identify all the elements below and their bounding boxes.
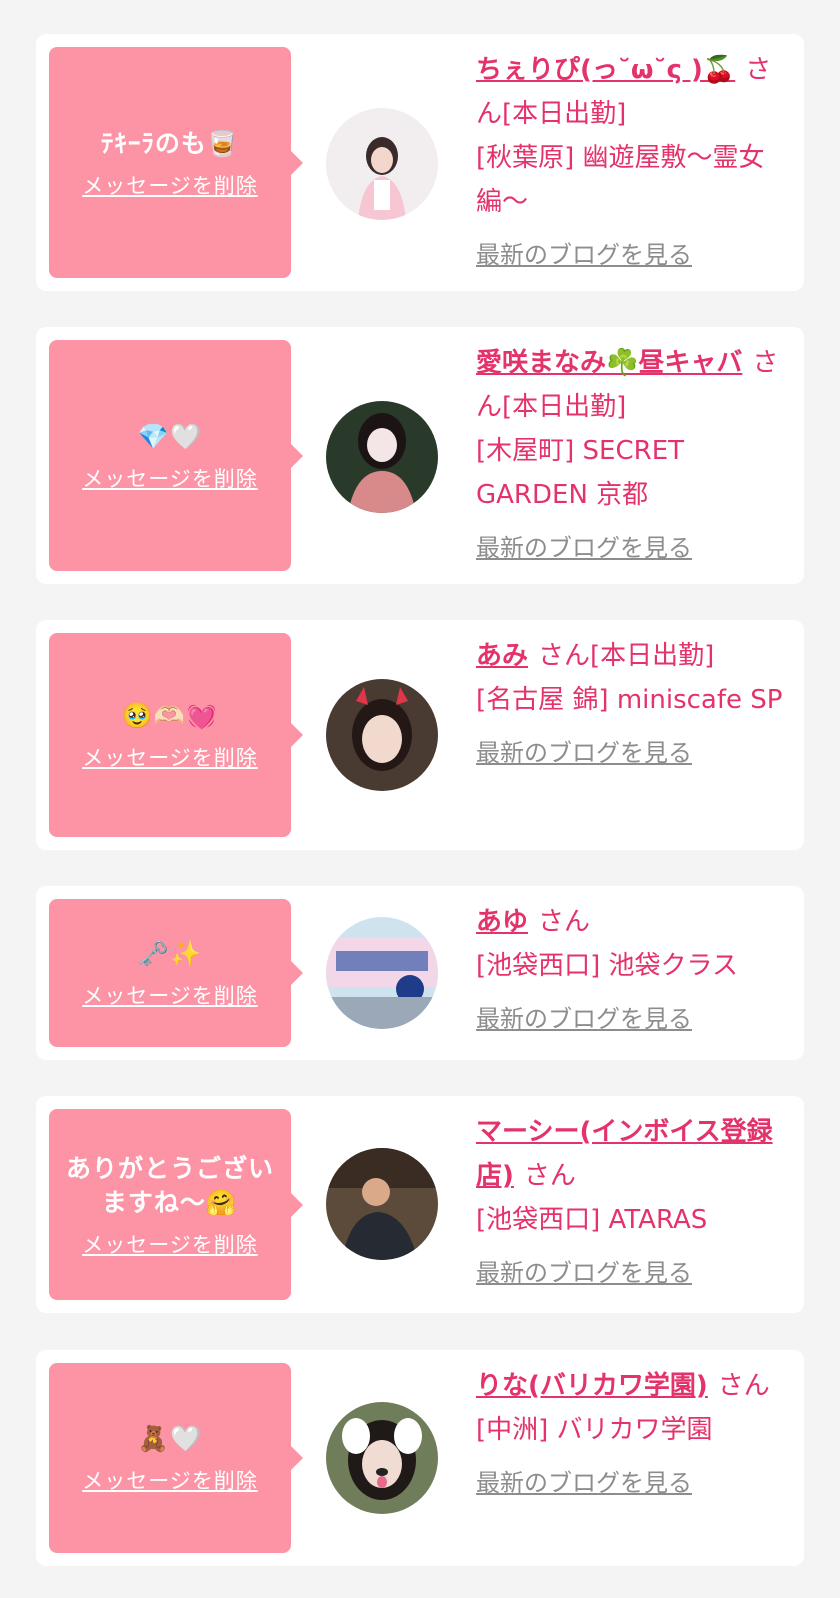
delete-message-link[interactable]: メッセージを削除 <box>82 466 258 492</box>
message-text: 🧸🤍 <box>137 1424 203 1453</box>
message-text: 🥹🫶🏻💓 <box>121 701 219 730</box>
cast-name-line: あみ さん[本日出勤] <box>476 634 791 678</box>
cast-info: マーシー(インボイス登録店) さん [池袋西口] ATARAS 最新のブログを見る <box>476 1110 791 1295</box>
cast-info: 愛咲まなみ☘️昼キャバ さん[本日出勤] [木屋町] SECRET GARDEN … <box>476 341 791 570</box>
message-list: ﾃｷｰﾗのも🥃 メッセージを削除 ちぇりぴ(っ˘ω˘ς )🍒 さん[本日出勤] [… <box>0 0 840 1598</box>
message-card: 🗝️✨ メッセージを削除 あゆ さん [池袋西口] 池袋クラス 最新のブログを見る <box>36 886 804 1060</box>
avatar[interactable] <box>326 1402 438 1514</box>
delete-message-link[interactable]: メッセージを削除 <box>82 745 258 771</box>
message-bubble: 💎🤍 メッセージを削除 <box>49 340 303 571</box>
message-text: 💎🤍 <box>137 421 203 451</box>
shop-name: [池袋西口] 池袋クラス <box>476 951 739 981</box>
work-status: [本日出勤] <box>502 392 627 422</box>
work-status: [本日出勤] <box>590 641 715 671</box>
work-status: [本日出勤] <box>502 99 627 129</box>
cast-name-line: あゆ さん <box>476 900 791 944</box>
avatar[interactable] <box>326 679 438 791</box>
avatar[interactable] <box>326 108 438 220</box>
delete-message-link[interactable]: メッセージを削除 <box>82 173 258 199</box>
latest-blog-link[interactable]: 最新のブログを見る <box>476 1256 692 1290</box>
cast-name-line: マーシー(インボイス登録店) さん <box>476 1110 791 1198</box>
honorific: さん <box>538 641 591 671</box>
cast-name-link[interactable]: 愛咲まなみ☘️昼キャバ <box>476 348 742 378</box>
cast-info: ちぇりぴ(っ˘ω˘ς )🍒 さん[本日出勤] [秋葉原] 幽遊屋敷〜霊女編〜 最新… <box>476 48 791 277</box>
message-card: ありがとうございますね〜🤗 メッセージを削除 マーシー(インボイス登録店) さん … <box>36 1096 804 1313</box>
cast-info: あゆ さん [池袋西口] 池袋クラス 最新のブログを見る <box>476 900 791 1041</box>
message-card: 💎🤍 メッセージを削除 愛咲まなみ☘️昼キャバ さん[本日出勤] [木屋町] SE… <box>36 327 804 584</box>
cast-name-line: 愛咲まなみ☘️昼キャバ さん[本日出勤] <box>476 341 791 429</box>
delete-message-link[interactable]: メッセージを削除 <box>82 983 258 1009</box>
shop-name: [名古屋 錦] miniscafe SP <box>476 685 783 715</box>
delete-message-link[interactable]: メッセージを削除 <box>82 1232 258 1258</box>
latest-blog-link[interactable]: 最新のブログを見る <box>476 238 692 272</box>
latest-blog-link[interactable]: 最新のブログを見る <box>476 1002 692 1036</box>
shop-name: [秋葉原] 幽遊屋敷〜霊女編〜 <box>476 143 765 217</box>
cast-name-link[interactable]: りな(バリカワ学園) <box>476 1371 708 1401</box>
cast-info: あみ さん[本日出勤] [名古屋 錦] miniscafe SP 最新のブログを見… <box>476 634 791 775</box>
message-bubble: ありがとうございますね〜🤗 メッセージを削除 <box>49 1109 303 1300</box>
shop-name: [池袋西口] ATARAS <box>476 1205 708 1235</box>
honorific: さん <box>717 1371 770 1401</box>
avatar[interactable] <box>326 401 438 513</box>
honorific: さん <box>538 907 591 937</box>
latest-blog-link[interactable]: 最新のブログを見る <box>476 736 692 770</box>
shop-name: [木屋町] SECRET GARDEN 京都 <box>476 436 685 510</box>
honorific: さん <box>523 1161 576 1191</box>
cast-name-link[interactable]: マーシー(インボイス登録店) <box>476 1117 773 1191</box>
message-text: ﾃｷｰﾗのも🥃 <box>100 128 240 158</box>
cast-name-link[interactable]: ちぇりぴ(っ˘ω˘ς )🍒 <box>476 55 735 85</box>
cast-name-line: ちぇりぴ(っ˘ω˘ς )🍒 さん[本日出勤] <box>476 48 791 136</box>
cast-name-link[interactable]: あみ <box>476 641 528 671</box>
latest-blog-link[interactable]: 最新のブログを見る <box>476 1466 692 1500</box>
cast-name-link[interactable]: あゆ <box>476 907 528 937</box>
avatar[interactable] <box>326 1148 438 1260</box>
avatar[interactable] <box>326 917 438 1029</box>
message-card: 🧸🤍 メッセージを削除 りな(バリカワ学園) さん [中洲] バリカワ学園 最新の… <box>36 1350 804 1566</box>
message-card: ﾃｷｰﾗのも🥃 メッセージを削除 ちぇりぴ(っ˘ω˘ς )🍒 さん[本日出勤] [… <box>36 34 804 291</box>
cast-name-line: りな(バリカワ学園) さん <box>476 1364 791 1408</box>
message-bubble: 🥹🫶🏻💓 メッセージを削除 <box>49 633 303 837</box>
latest-blog-link[interactable]: 最新のブログを見る <box>476 531 692 565</box>
message-bubble: 🗝️✨ メッセージを削除 <box>49 899 303 1047</box>
message-card: 🥹🫶🏻💓 メッセージを削除 あみ さん[本日出勤] [名古屋 錦] minisca… <box>36 620 804 850</box>
message-bubble: ﾃｷｰﾗのも🥃 メッセージを削除 <box>49 47 303 278</box>
message-text: 🗝️✨ <box>137 939 203 968</box>
cast-info: りな(バリカワ学園) さん [中洲] バリカワ学園 最新のブログを見る <box>476 1364 791 1505</box>
delete-message-link[interactable]: メッセージを削除 <box>82 1468 258 1494</box>
message-text: ありがとうございますね〜🤗 <box>65 1153 274 1217</box>
shop-name: [中洲] バリカワ学園 <box>476 1415 713 1445</box>
message-bubble: 🧸🤍 メッセージを削除 <box>49 1363 303 1553</box>
